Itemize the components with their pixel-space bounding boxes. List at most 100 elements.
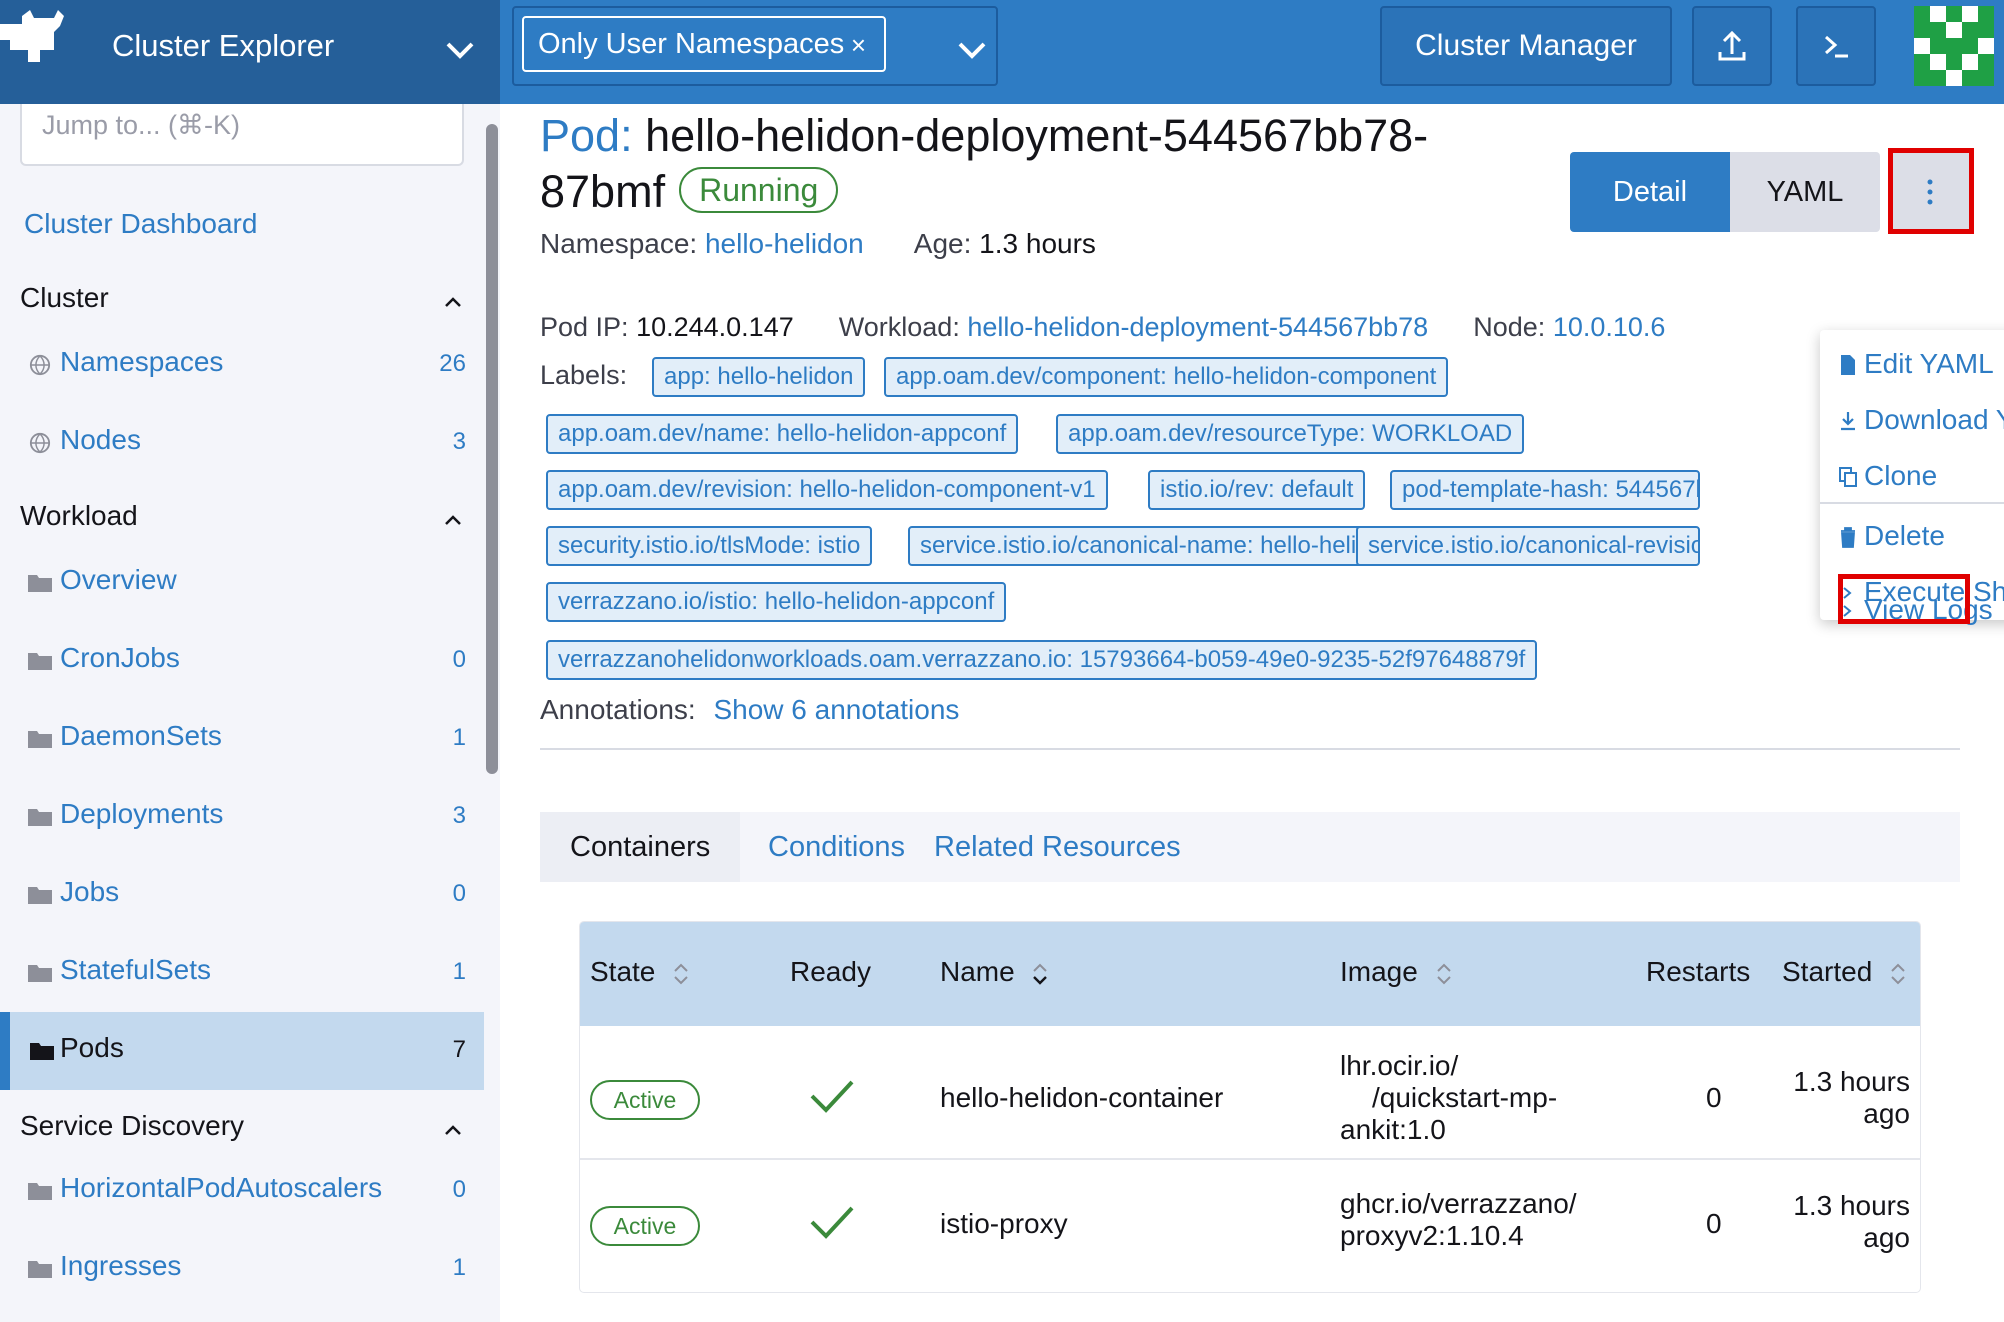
restarts-count: 0: [1706, 1082, 1722, 1113]
chevron-up-icon[interactable]: [440, 290, 466, 316]
cluster-manager-button[interactable]: Cluster Manager: [1380, 6, 1672, 86]
terminal-icon: [1825, 35, 1848, 58]
column-header-image[interactable]: Image: [1340, 956, 1452, 988]
container-image: ghcr.io/verrazzano/ proxyv2:1.10.4: [1340, 1188, 1600, 1252]
node-link[interactable]: 10.0.10.6: [1553, 312, 1666, 342]
menu-item-label: Edit YAML: [1864, 348, 1994, 379]
remove-filter-icon[interactable]: ×: [851, 30, 866, 61]
checkmark-icon: [810, 1080, 854, 1113]
jump-to-input[interactable]: Jump to... (⌘-K): [20, 104, 464, 166]
state-badge: Active: [590, 1080, 700, 1120]
containers-table: State Ready Name Image Restarts Started …: [580, 922, 1920, 1292]
workload-link[interactable]: hello-helidon-deployment-544567bb78: [967, 312, 1428, 342]
container-image: lhr.ocir.io/ /quickstart-mp- ankit:1.0: [1340, 1050, 1600, 1146]
sidebar-item-label: CronJobs: [60, 642, 180, 673]
user-avatar[interactable]: [1914, 6, 1994, 86]
group-cluster[interactable]: Cluster: [20, 282, 109, 314]
chevron-down-icon[interactable]: [952, 30, 992, 70]
file-icon: [1841, 355, 1855, 375]
column-header-started[interactable]: Started: [1782, 956, 1906, 988]
started-time: 1.3 hours ago: [1793, 1190, 1910, 1254]
menu-item-clone[interactable]: Clone: [1820, 448, 2004, 504]
sidebar-item-statefulsets[interactable]: StatefulSets 1: [0, 934, 484, 1012]
image-line: lhr.ocir.io/: [1340, 1050, 1459, 1081]
folder-icon: [28, 965, 52, 982]
sort-icon[interactable]: [673, 961, 689, 987]
namespace-filter[interactable]: Only User Namespaces ×: [512, 6, 998, 86]
sidebar-item-ingresses[interactable]: Ingresses 1: [0, 1230, 484, 1308]
sidebar-item-daemonsets[interactable]: DaemonSets 1: [0, 700, 484, 778]
checkmark-icon: [810, 1206, 854, 1239]
label-tag: app.oam.dev/resourceType: WORKLOAD: [1056, 414, 1525, 454]
pod-meta: Namespace: hello-helidon Age: 1.3 hours: [540, 228, 1096, 260]
tab-related-resources[interactable]: Related Resources: [934, 812, 1181, 882]
main-content: Pod: hello-helidon-deployment-544567bb78…: [500, 104, 2004, 1322]
sidebar-item-count: 1: [452, 724, 466, 751]
sidebar-item-label: HorizontalPodAutoscalers: [60, 1172, 383, 1203]
table-row[interactable]: Active istio-proxy ghcr.io/verrazzano/ p…: [580, 1160, 1920, 1280]
image-line: /quickstart-mp-: [1372, 1082, 1558, 1113]
namespace-filter-label: Only User Namespaces: [538, 28, 845, 60]
started-line: 1.3 hours: [1793, 1066, 1910, 1097]
sidebar-item-pods[interactable]: Pods 7: [0, 1012, 484, 1090]
pod-ip-value: 10.244.0.147: [636, 312, 794, 342]
app-title: Cluster Explorer: [112, 28, 335, 63]
column-header-state[interactable]: State: [590, 956, 689, 988]
tab-conditions[interactable]: Conditions: [768, 812, 905, 882]
folder-icon: [30, 1043, 54, 1060]
chevron-up-icon[interactable]: [440, 508, 466, 534]
group-workload[interactable]: Workload: [20, 500, 138, 532]
menu-item-edit-yaml[interactable]: Edit YAML: [1820, 336, 2004, 392]
detail-view-button[interactable]: Detail: [1570, 152, 1730, 232]
menu-item-delete[interactable]: Delete: [1820, 508, 2004, 564]
show-annotations-link[interactable]: Show 6 annotations: [713, 694, 959, 725]
folder-icon: [28, 887, 52, 904]
sidebar-item-count: 3: [452, 428, 466, 455]
age-value: 1.3 hours: [979, 228, 1096, 259]
yaml-view-button[interactable]: YAML: [1730, 152, 1880, 232]
highlight-box: [1838, 574, 1970, 624]
chevron-up-icon[interactable]: [440, 1118, 466, 1144]
column-header-restarts: Restarts: [1646, 956, 1751, 987]
trash-icon: [1841, 527, 1855, 548]
sidebar-item-cronjobs[interactable]: CronJobs 0: [0, 622, 484, 700]
sort-icon[interactable]: [1032, 961, 1048, 987]
sidebar-scrollbar[interactable]: [486, 124, 498, 774]
download-icon: [1841, 412, 1855, 431]
group-service-discovery[interactable]: Service Discovery: [20, 1110, 244, 1142]
namespace-link[interactable]: hello-helidon: [705, 228, 864, 259]
label-tag: service.istio.io/canonical-revision: [1356, 526, 1700, 566]
chevron-down-icon[interactable]: [440, 30, 480, 70]
sidebar-item-count: 0: [452, 880, 466, 907]
menu-item-download-yaml[interactable]: Download YAML: [1820, 392, 2004, 448]
menu-item-label: Delete: [1864, 520, 1945, 551]
sidebar-item-label: DaemonSets: [60, 720, 222, 751]
container-name: hello-helidon-container: [940, 1082, 1224, 1113]
sidebar-item-nodes[interactable]: Nodes 3: [0, 404, 484, 482]
brand-menu[interactable]: Cluster Explorer: [0, 0, 500, 104]
sidebar-item-horizontalpodautoscalers[interactable]: HorizontalPodAutoscalers 0: [0, 1152, 484, 1230]
tab-containers[interactable]: Containers: [540, 812, 741, 882]
table-row[interactable]: Active hello-helidon-container lhr.ocir.…: [580, 1026, 1920, 1160]
label-tag: app: hello-helidon: [652, 357, 866, 397]
pod-info-line: Pod IP: 10.244.0.147 Workload: hello-hel…: [540, 312, 1800, 343]
status-badge: Running: [679, 167, 839, 213]
sidebar-item-jobs[interactable]: Jobs 0: [0, 856, 484, 934]
sort-icon[interactable]: [1436, 961, 1452, 987]
sort-icon[interactable]: [1890, 961, 1906, 987]
sidebar-item-overview[interactable]: Overview: [0, 544, 484, 622]
cluster-dashboard-link[interactable]: Cluster Dashboard: [24, 208, 257, 240]
sidebar-item-count: 3: [452, 802, 466, 829]
import-yaml-button[interactable]: [1692, 6, 1772, 86]
folder-icon: [28, 809, 52, 826]
kubectl-shell-button[interactable]: [1796, 6, 1876, 86]
column-label: State: [590, 956, 656, 987]
sidebar-item-namespaces[interactable]: Namespaces 26: [0, 326, 484, 404]
column-label: Name: [940, 956, 1015, 987]
label-tag: app.oam.dev/name: hello-helidon-appconf: [546, 414, 1019, 454]
node-label: Node:: [1473, 312, 1546, 342]
sidebar-item-deployments[interactable]: Deployments 3: [0, 778, 484, 856]
container-name: istio-proxy: [940, 1208, 1068, 1239]
column-header-name[interactable]: Name: [940, 956, 1048, 988]
pod-name-line1: hello-helidon-deployment-544567bb78-: [645, 110, 1429, 161]
